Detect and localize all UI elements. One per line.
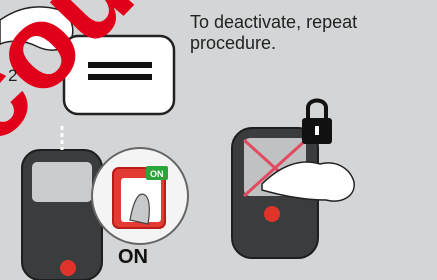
- on-label: ON: [118, 246, 148, 268]
- rangefinder-device-left: [21, 126, 103, 280]
- instruction-panel: ON count 2 To deactivate, repeat procedu…: [0, 0, 437, 280]
- magnifier-badge: ON: [91, 147, 189, 245]
- lock-icon: [302, 98, 332, 144]
- instruction-text: To deactivate, repeat procedure.: [190, 12, 358, 53]
- on-badge-label: ON: [150, 169, 164, 179]
- step-number: 2: [8, 66, 18, 85]
